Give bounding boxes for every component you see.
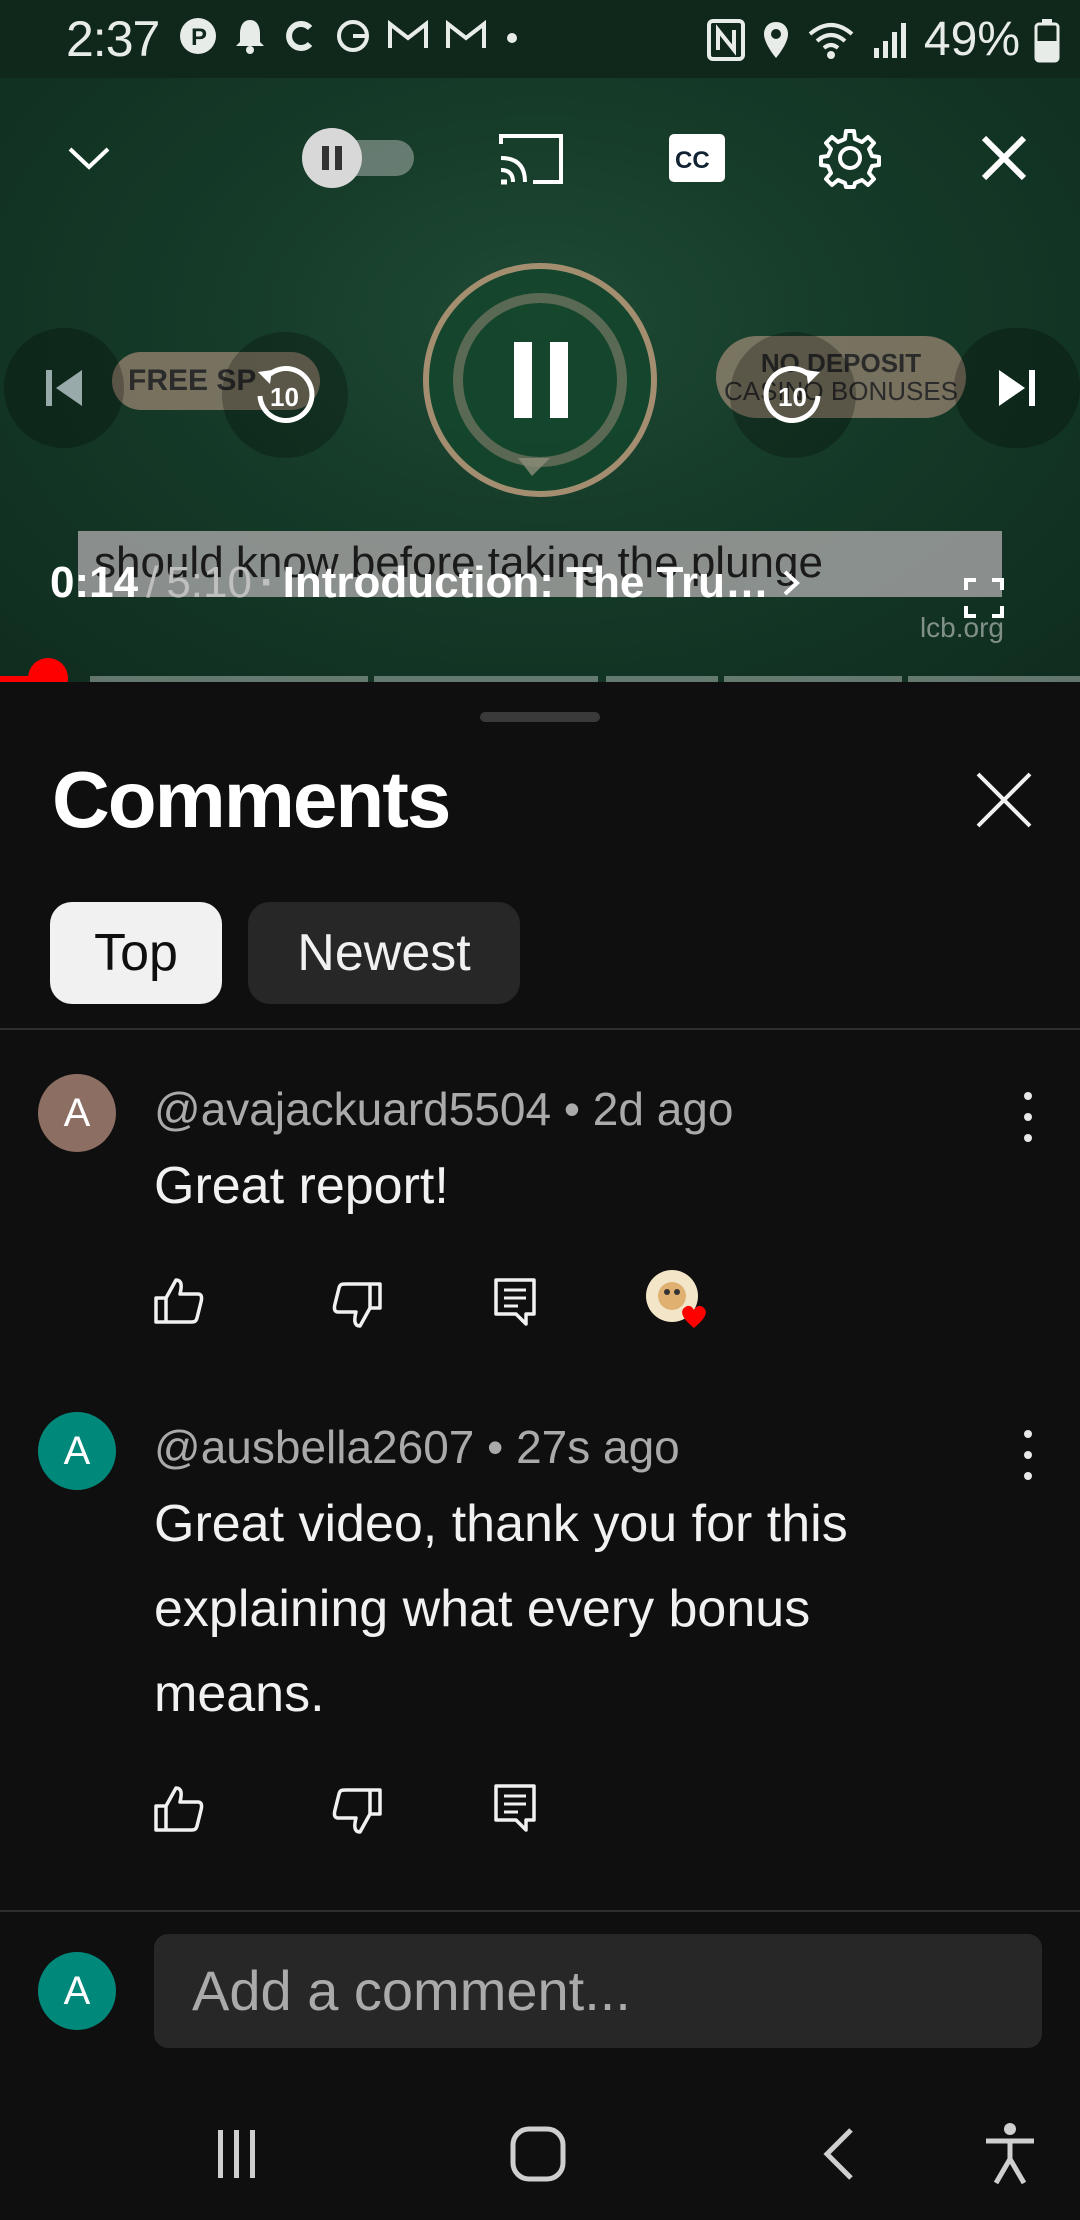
dislike-button[interactable] [330,1784,384,1838]
reply-button[interactable] [490,1274,544,1328]
chevron-right-icon [783,570,800,596]
forward-10-icon: 10 [763,366,821,423]
add-comment-input[interactable]: Add a comment... [154,1934,1042,2048]
svg-text:10: 10 [778,382,807,412]
comment-more-button[interactable] [1018,1092,1038,1142]
duration: 5:10 [166,558,252,607]
creator-heart-icon [646,1270,706,1328]
svg-text:CC: CC [675,147,710,174]
battery-percent: 49% [923,13,1020,66]
avatar[interactable]: A [38,1074,116,1152]
replay-10-icon: 10 [257,366,315,423]
comment-age: 27s ago [516,1421,680,1473]
status-time: 2:37 [66,11,160,67]
thumbs-up-icon [154,1278,204,1324]
next-button[interactable] [954,328,1080,448]
reply-button[interactable] [490,1780,544,1834]
video-player[interactable]: CC FREE SP NO DEPOSIT CASINO BONUSES 10 … [0,78,1080,682]
captions-button[interactable]: CC [666,130,728,186]
gmail-icon-2 [446,19,486,48]
back-icon [823,2128,853,2180]
avatar[interactable]: A [38,1412,116,1490]
previous-button[interactable] [4,328,124,448]
notification-bell-icon [236,20,264,54]
tab-top[interactable]: Top [50,902,222,1004]
comment-meta: @avajackuard5504 • 2d ago [154,1083,734,1135]
chapter-title[interactable]: Introduction: The Tru… [283,558,769,608]
thumbs-down-icon [332,1282,382,1328]
recent-apps-button[interactable] [196,2114,276,2194]
wifi-icon [808,22,854,59]
battery-icon [1034,18,1060,62]
signal-icon [873,22,906,58]
comment-text: Great video, thank you for this explaini… [154,1495,848,1723]
close-comments-button[interactable] [972,768,1036,832]
cc-icon: CC [669,134,725,182]
home-button[interactable] [498,2114,578,2194]
accessibility-icon [986,2123,1034,2185]
comment-author[interactable]: @avajackuard5504 [154,1083,551,1135]
close-icon [976,772,1032,828]
minimize-button[interactable] [56,130,122,186]
comments-title: Comments [52,755,451,844]
tab-newest[interactable]: Newest [248,902,520,1004]
more-dot-icon [507,33,517,43]
back-button[interactable] [800,2114,880,2194]
drag-handle[interactable] [480,712,600,722]
nfc-icon [706,18,745,61]
comment-text: Great report! [154,1157,449,1215]
comment-age: 2d ago [592,1083,734,1135]
time-and-chapter[interactable]: 0:14 / 5:10 · Introduction: The Tru… [50,558,803,608]
like-button[interactable] [152,1274,206,1328]
recent-apps-icon [218,2130,255,2178]
reply-icon [494,1278,536,1326]
time-separator: / [146,558,159,607]
divider [0,1910,1080,1912]
pause-icon [514,342,532,418]
accessibility-button[interactable] [970,2114,1050,2194]
scrubber-handle[interactable] [28,658,68,682]
status-bar: 2:37 P 49% [0,0,1080,78]
play-pause-button[interactable] [422,262,658,498]
avatar: A [38,1952,116,2030]
autoplay-toggle[interactable] [298,126,418,190]
system-nav-bar [0,2096,1080,2220]
thumbs-down-icon [332,1788,382,1834]
like-button[interactable] [152,1782,206,1836]
parking-app-icon: P [180,18,216,54]
cast-icon [499,134,563,185]
dislike-button[interactable] [330,1278,384,1332]
separator-dot: · [259,558,275,607]
gear-icon [819,129,881,189]
comment-author[interactable]: @ausbella2607 [154,1421,474,1473]
current-time: 0:14 [50,558,139,607]
divider [0,1028,1080,1030]
svg-text:P: P [191,24,207,51]
cast-button[interactable] [494,128,568,190]
reply-icon [494,1784,536,1832]
skip-next-icon [999,370,1035,406]
comment-more-button[interactable] [1018,1430,1038,1480]
comments-sheet: Comments Top Newest A @avajackuard5504 •… [0,682,1080,2220]
gmail-icon [388,19,428,48]
chevron-down-icon [68,147,110,170]
g-app-icon [337,20,369,52]
watermark: lcb.org [919,612,1004,643]
settings-button[interactable] [818,126,882,190]
c-app-icon [286,21,313,51]
skip-previous-icon [46,370,82,406]
creator-heart-badge [642,1266,714,1338]
location-icon [763,21,788,58]
thumbs-up-icon [154,1786,204,1832]
forward-10-button[interactable]: 10 [730,332,856,458]
home-icon [510,2126,566,2182]
svg-text:10: 10 [270,382,299,412]
rewind-10-button[interactable]: 10 [222,332,348,458]
close-player-button[interactable] [976,130,1032,186]
comment-meta: @ausbella2607 • 27s ago [154,1421,680,1473]
close-icon [981,135,1027,181]
